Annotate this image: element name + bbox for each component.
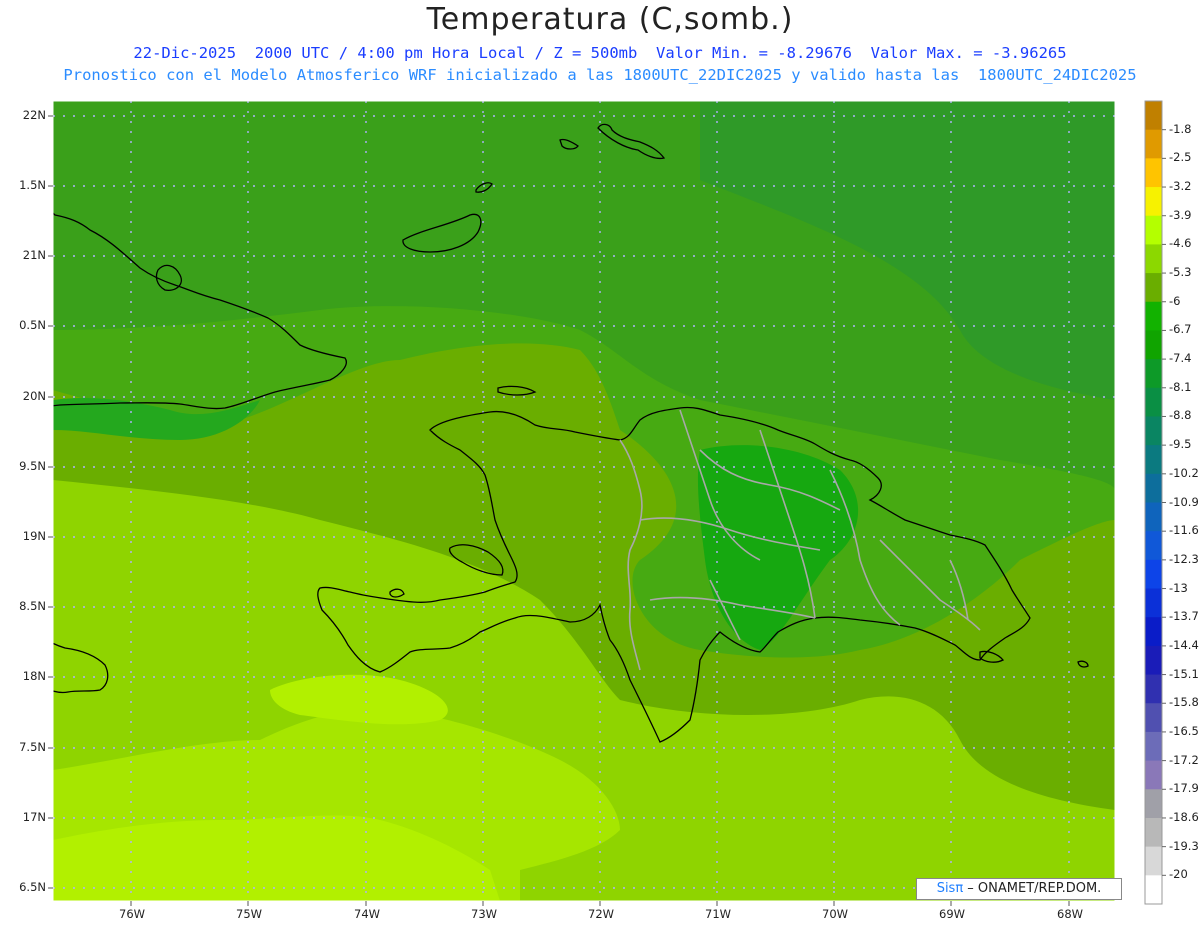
colorbar-swatch [1145, 473, 1162, 503]
colorbar-swatch [1145, 301, 1162, 331]
temperature-map [48, 100, 1166, 906]
colorbar-swatch [1145, 215, 1162, 245]
lat-label: 1.5N [19, 178, 46, 192]
colorbar-swatch [1145, 531, 1162, 561]
lat-label: 0.5N [19, 318, 46, 332]
colorbar-swatch [1145, 158, 1162, 188]
colorbar-label: -10.2 [1169, 465, 1199, 480]
colorbar-swatch [1145, 617, 1162, 647]
lat-label: 17N [22, 810, 46, 824]
colorbar-label: -13 [1169, 580, 1188, 595]
colorbar-swatch [1145, 387, 1162, 417]
lat-label: 8.5N [19, 599, 46, 613]
colorbar-swatch [1145, 674, 1162, 704]
colorbar-label: -4.6 [1169, 236, 1192, 251]
colorbar-label: -14.4 [1169, 637, 1199, 652]
colorbar-label: -13.7 [1169, 609, 1199, 624]
colorbar-swatch [1145, 588, 1162, 618]
colorbar-swatch [1145, 416, 1162, 446]
colorbar-label: -15.8 [1169, 695, 1199, 710]
colorbar-swatch [1145, 330, 1162, 360]
colorbar-label: -9.5 [1169, 437, 1192, 452]
colorbar-label: -15.1 [1169, 666, 1199, 681]
colorbar-label: -10.9 [1169, 494, 1199, 509]
colorbar-label: -2.5 [1169, 150, 1192, 165]
credit-box: Sisπ – ONAMET/REP.DOM. [916, 878, 1122, 900]
colorbar-label: -8.1 [1169, 379, 1192, 394]
lat-label: 21N [22, 248, 46, 262]
lat-label: 6.5N [19, 880, 46, 894]
colorbar-label: -1.8 [1169, 121, 1192, 136]
colorbar-swatch [1145, 846, 1162, 876]
lon-label: 69W [939, 907, 966, 921]
colorbar-swatch [1145, 789, 1162, 819]
colorbar-swatch [1145, 760, 1162, 790]
colorbar-label: -6 [1169, 293, 1181, 308]
lon-label: 73W [471, 907, 498, 921]
colorbar [1144, 100, 1166, 905]
colorbar-swatch [1145, 502, 1162, 532]
colorbar-label: -3.9 [1169, 207, 1192, 222]
colorbar-label: -6.7 [1169, 322, 1192, 337]
colorbar-label: -16.5 [1169, 723, 1199, 738]
colorbar-label: -20 [1169, 867, 1188, 882]
lon-label: 76W [119, 907, 146, 921]
colorbar-label: -18.6 [1169, 809, 1199, 824]
colorbar-label: -8.8 [1169, 408, 1192, 423]
lon-label: 70W [822, 907, 849, 921]
colorbar-label: -12.3 [1169, 551, 1199, 566]
lon-label: 71W [705, 907, 732, 921]
lat-label: 7.5N [19, 740, 46, 754]
shaded-field [53, 101, 1115, 901]
colorbar-label: -17.9 [1169, 781, 1199, 796]
colorbar-swatch [1145, 187, 1162, 217]
colorbar-swatch [1145, 731, 1162, 762]
colorbar-label: -19.3 [1169, 838, 1199, 853]
lon-label: 75W [236, 907, 263, 921]
colorbar-swatch [1145, 817, 1162, 848]
lat-label: 19N [22, 529, 46, 543]
colorbar-label: -5.3 [1169, 265, 1192, 280]
colorbar-label: -7.4 [1169, 351, 1192, 366]
colorbar-swatch [1145, 703, 1162, 733]
lon-label: 72W [588, 907, 615, 921]
lat-label: 18N [22, 669, 46, 683]
colorbar-label: -11.6 [1169, 523, 1199, 538]
colorbar-swatch [1145, 101, 1162, 131]
credit-brand: Sisπ [936, 881, 964, 896]
colorbar-swatch [1145, 559, 1162, 590]
lat-label: 20N [22, 389, 46, 403]
colorbar-label: -17.2 [1169, 752, 1199, 767]
lon-label: 68W [1057, 907, 1084, 921]
lat-label: 9.5N [19, 459, 46, 473]
lon-label: 74W [354, 907, 381, 921]
credit-text: – ONAMET/REP.DOM. [963, 881, 1102, 896]
colorbar-swatch [1145, 445, 1162, 475]
colorbar-label: -3.2 [1169, 179, 1192, 194]
lat-label: 22N [22, 108, 46, 122]
colorbar-swatch [1145, 129, 1162, 159]
colorbar-swatch [1145, 645, 1162, 676]
colorbar-swatch [1145, 273, 1162, 303]
colorbar-swatch [1145, 875, 1162, 905]
colorbar-swatch [1145, 244, 1162, 274]
colorbar-swatch [1145, 359, 1162, 389]
